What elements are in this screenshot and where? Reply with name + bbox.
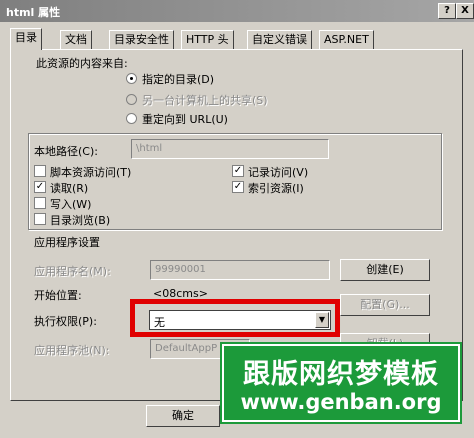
radio-local-directory[interactable] — [126, 73, 137, 84]
highlight-box — [130, 299, 340, 337]
checkbox-read[interactable]: ✓ — [34, 181, 46, 193]
checkbox-directory-browse-label: 目录浏览(B) — [50, 214, 111, 227]
app-settings-header: 应用程序设置 — [34, 236, 100, 249]
checkbox-write-label: 写入(W) — [50, 198, 92, 211]
app-pool-label: 应用程序池(N): — [34, 344, 110, 357]
local-path-field[interactable]: \html — [131, 139, 329, 159]
checkbox-script-source[interactable] — [34, 165, 46, 177]
title-bar: html 属性 ? X — [0, 0, 474, 22]
checkbox-directory-browse[interactable] — [34, 213, 46, 225]
window-title: html 属性 — [6, 6, 61, 19]
watermark-url: www.genban.org — [240, 390, 442, 414]
radio-network-share-label: 另一台计算机上的共享(S) — [142, 94, 268, 107]
create-button[interactable]: 创建(E) — [340, 259, 430, 281]
tab-aspnet[interactable]: ASP.NET — [319, 30, 374, 49]
content-source-label: 此资源的内容来自: — [36, 57, 128, 70]
app-name-label: 应用程序名(M): — [34, 265, 111, 278]
checkbox-index-resource-label: 索引资源(I) — [248, 182, 304, 195]
radio-local-directory-label: 指定的目录(D) — [142, 73, 215, 86]
radio-network-share[interactable] — [126, 94, 137, 105]
watermark-title: 跟版网织梦模板 — [243, 359, 439, 390]
checkbox-log-visits[interactable]: ✓ — [232, 165, 244, 177]
checkbox-script-source-label: 脚本资源访问(T) — [50, 166, 132, 179]
tab-directory-security[interactable]: 目录安全性 — [109, 30, 174, 49]
tab-directory[interactable]: 目录 — [10, 28, 42, 50]
watermark: 跟版网织梦模板 www.genban.org — [222, 344, 460, 422]
start-position-label: 开始位置: — [34, 289, 82, 302]
tab-http-headers[interactable]: HTTP 头 — [181, 30, 234, 49]
exec-permission-label: 执行权限(P): — [34, 315, 97, 328]
checkbox-write[interactable] — [34, 197, 46, 209]
checkbox-index-resource[interactable]: ✓ — [232, 181, 244, 193]
checkbox-read-label: 读取(R) — [50, 182, 89, 195]
radio-redirect-url-label: 重定向到 URL(U) — [142, 113, 228, 126]
close-button[interactable]: X — [456, 3, 474, 19]
app-name-field[interactable]: 99990001 — [150, 260, 330, 280]
config-button[interactable]: 配置(G)... — [340, 294, 430, 316]
tab-documents[interactable]: 文档 — [60, 30, 92, 49]
tab-custom-errors[interactable]: 自定义错误 — [247, 30, 312, 49]
ok-button[interactable]: 确定 — [146, 405, 220, 427]
radio-redirect-url[interactable] — [126, 113, 137, 124]
checkbox-log-visits-label: 记录访问(V) — [248, 166, 309, 179]
local-path-label: 本地路径(C): — [34, 145, 98, 158]
help-button[interactable]: ? — [438, 3, 456, 19]
